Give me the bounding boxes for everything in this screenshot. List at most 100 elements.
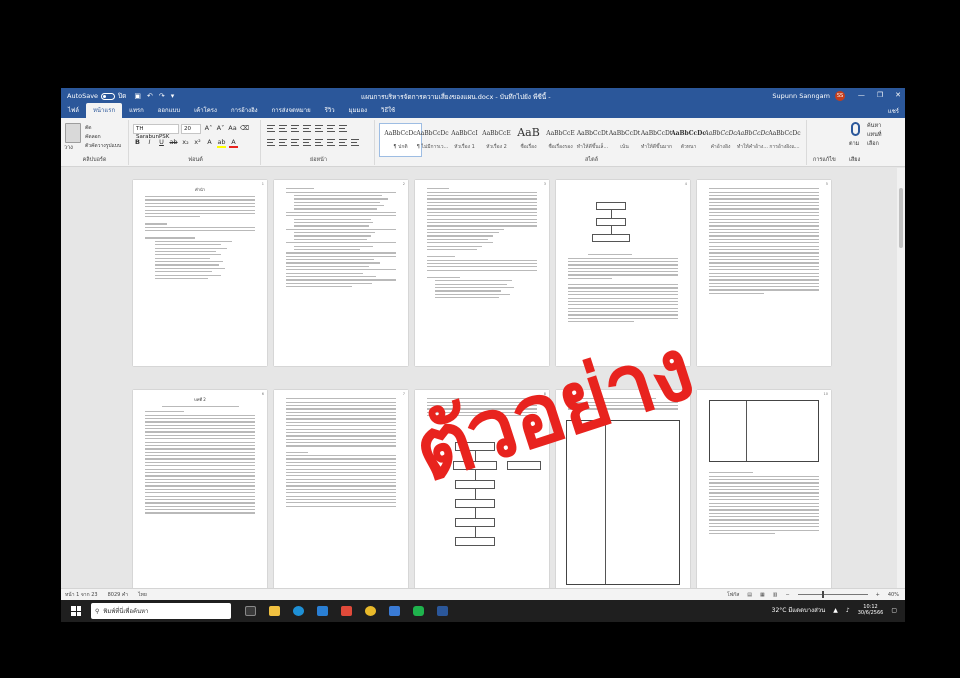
select-button[interactable]: เลือก [867, 140, 879, 148]
font-size-select[interactable]: 20 [181, 124, 201, 134]
notifications-icon[interactable]: ▢ [891, 607, 897, 614]
line-spacing-icon[interactable] [327, 139, 335, 146]
decrease-indent-icon[interactable] [303, 125, 311, 132]
multilevel-list-icon[interactable] [291, 125, 299, 132]
edge-icon[interactable] [293, 606, 304, 616]
account-area[interactable]: Supunn Sanngam SS [772, 91, 845, 101]
read-mode-icon[interactable]: ▤ [747, 592, 752, 598]
highlight-icon[interactable]: ab [217, 138, 226, 148]
web-layout-icon[interactable]: ▥ [773, 592, 778, 598]
underline-icon[interactable]: U [157, 138, 166, 148]
thai-distribute-icon[interactable] [315, 139, 323, 146]
customize-qat-icon[interactable]: ▾ [171, 92, 175, 100]
tab-mailings[interactable]: การส่งจดหมาย [265, 103, 318, 118]
tab-references[interactable]: การอ้างอิง [224, 103, 265, 118]
page-thumbnail[interactable]: 3 [415, 180, 549, 366]
shrink-font-icon[interactable]: A˅ [216, 124, 225, 132]
cut-button[interactable]: ตัด [85, 124, 92, 132]
bullets-icon[interactable] [267, 125, 275, 132]
italic-icon[interactable]: I [145, 138, 154, 148]
taskbar-search[interactable]: ⚲ พิมพ์ที่นี่เพื่อค้นหา [91, 603, 231, 619]
font-color-icon[interactable]: A [229, 138, 238, 148]
word-icon[interactable] [437, 606, 448, 616]
copy-button[interactable]: คัดลอก [85, 133, 101, 141]
minimize-icon[interactable]: — [858, 91, 865, 99]
zoom-level[interactable]: 40% [888, 592, 899, 598]
justify-icon[interactable] [303, 139, 311, 146]
vertical-scrollbar[interactable] [897, 168, 905, 600]
page-thumbnail[interactable]: 1 คำนำ [133, 180, 267, 366]
file-explorer-icon[interactable] [269, 606, 280, 616]
tab-insert[interactable]: แทรก [122, 103, 151, 118]
weather-widget[interactable]: 32°C มีแดดบางส่วน [772, 605, 826, 615]
page-count[interactable]: หน้า 1 จาก 23 [65, 591, 98, 599]
page-content [274, 390, 408, 507]
align-left-icon[interactable] [267, 139, 275, 146]
page-thumbnail[interactable]: 7 [274, 390, 408, 590]
format-painter-button[interactable]: ตัวคัดวางรูปแบบ [85, 142, 121, 150]
find-button[interactable]: ค้นหา [867, 122, 881, 130]
microphone-icon[interactable] [851, 122, 860, 136]
tab-view[interactable]: มุมมอง [342, 103, 374, 118]
numbering-icon[interactable] [279, 125, 287, 132]
clear-formatting-icon[interactable]: ⌫ [240, 124, 249, 132]
autosave-control[interactable]: AutoSave ปิด [67, 91, 126, 101]
tab-design[interactable]: ออกแบบ [151, 103, 187, 118]
replace-button[interactable]: แทนที่ [867, 131, 882, 139]
superscript-icon[interactable]: x² [193, 138, 202, 148]
task-view-icon[interactable] [245, 606, 256, 616]
search-input[interactable]: พิมพ์ที่นี่เพื่อค้นหา [103, 606, 148, 616]
align-center-icon[interactable] [279, 139, 287, 146]
store-icon[interactable] [317, 606, 328, 616]
increase-indent-icon[interactable] [315, 125, 323, 132]
page-thumbnail[interactable]: 6 บทที่ 2 [133, 390, 267, 590]
tab-help[interactable]: วิธีใช้ [374, 103, 402, 118]
page-thumbnail[interactable]: 2 [274, 180, 408, 366]
print-layout-icon[interactable]: ▦ [760, 592, 765, 598]
chrome-icon[interactable] [365, 606, 376, 616]
focus-button[interactable]: โฟกัส [727, 591, 739, 599]
zoom-in-icon[interactable]: + [876, 592, 880, 598]
grow-font-icon[interactable]: A˄ [204, 124, 213, 132]
tab-review[interactable]: รีวิว [318, 103, 342, 118]
sort-icon[interactable] [327, 125, 335, 132]
autosave-toggle[interactable] [101, 92, 116, 100]
mail-icon[interactable] [341, 606, 352, 616]
bold-icon[interactable]: B [133, 138, 142, 148]
word-count[interactable]: 8029 คำ [108, 591, 128, 599]
tab-layout[interactable]: เค้าโครง [187, 103, 224, 118]
clock[interactable]: 10:12 30/6/2566 [858, 604, 884, 616]
avatar[interactable]: SS [835, 91, 845, 101]
save-icon[interactable]: ▣ [134, 92, 141, 100]
strikethrough-icon[interactable]: ab [169, 138, 178, 148]
page-thumbnail[interactable]: 10 [697, 390, 831, 590]
page-thumbnail[interactable]: 5 [697, 180, 831, 366]
volume-icon[interactable]: ♪ [846, 607, 850, 614]
change-case-icon[interactable]: Aa [228, 124, 237, 132]
style-subtle-reference[interactable]: AaBbCcDc การอ้างอิงแ... [763, 123, 806, 157]
zoom-out-icon[interactable]: − [785, 592, 789, 598]
network-icon[interactable]: ▲ [833, 607, 838, 614]
show-marks-icon[interactable] [339, 125, 347, 132]
close-icon[interactable]: ✕ [895, 91, 901, 99]
borders-icon[interactable] [351, 139, 359, 146]
tab-file[interactable]: ไฟล์ [61, 103, 86, 118]
subscript-icon[interactable]: x₂ [181, 138, 190, 148]
zoom-slider[interactable] [797, 591, 868, 598]
tab-home[interactable]: หน้าแรก [85, 103, 123, 118]
windows-start-icon[interactable] [71, 606, 81, 616]
undo-icon[interactable]: ↶ [147, 92, 153, 100]
share-button[interactable]: แชร์ [888, 106, 899, 116]
line-icon[interactable] [413, 606, 424, 616]
paste-button[interactable] [65, 123, 81, 143]
dictate-button[interactable]: ตาม [849, 140, 859, 148]
photos-icon[interactable] [389, 606, 400, 616]
language-indicator[interactable]: ไทย [138, 591, 147, 599]
font-name-select[interactable]: TH SarabunPSK [133, 124, 179, 140]
text-effects-icon[interactable]: A [205, 138, 214, 148]
maximize-icon[interactable]: ❐ [877, 91, 883, 99]
redo-icon[interactable]: ↷ [159, 92, 165, 100]
align-right-icon[interactable] [291, 139, 299, 146]
scrollbar-thumb[interactable] [899, 188, 903, 248]
shading-icon[interactable] [339, 139, 347, 146]
